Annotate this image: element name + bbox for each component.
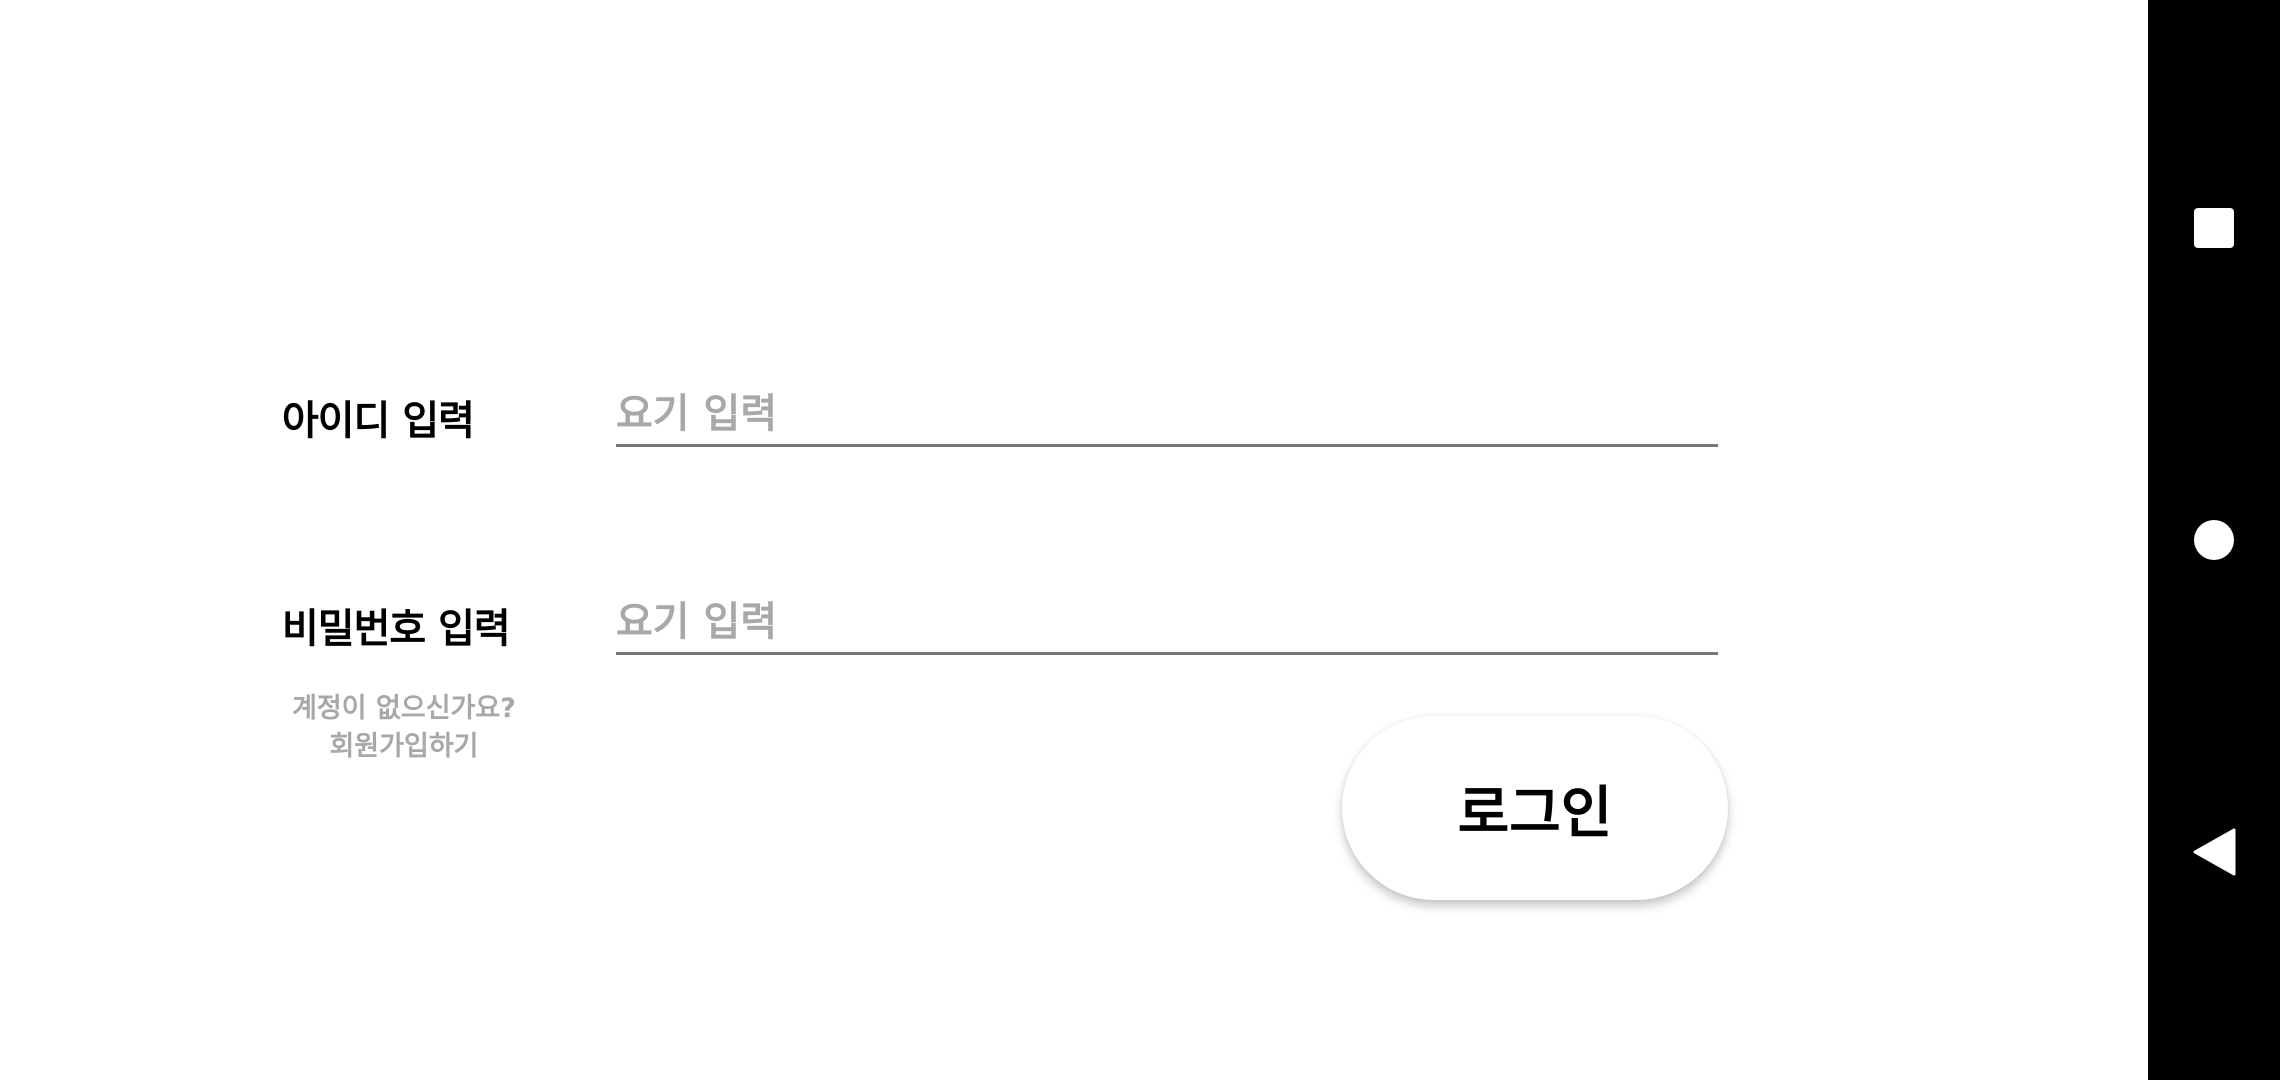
password-label: 비밀번호 입력 bbox=[282, 606, 511, 652]
home-button[interactable] bbox=[2148, 474, 2280, 606]
password-input[interactable] bbox=[616, 592, 1718, 655]
signup-action-text: 회원가입하기 bbox=[329, 731, 479, 762]
back-button[interactable] bbox=[2148, 786, 2280, 918]
screen: 아이디 입력 비밀번호 입력 계정이 없으신가요? 회원가입하기 로그인 bbox=[0, 0, 2280, 1080]
recents-square-icon bbox=[2194, 208, 2234, 248]
system-navigation-bar bbox=[2148, 0, 2280, 1080]
signup-link[interactable]: 계정이 없으신가요? 회원가입하기 bbox=[282, 690, 526, 766]
signup-prompt-text: 계정이 없으신가요? bbox=[292, 693, 516, 724]
login-screen: 아이디 입력 비밀번호 입력 계정이 없으신가요? 회원가입하기 로그인 bbox=[0, 0, 2148, 1080]
home-circle-icon bbox=[2194, 520, 2234, 560]
recents-button[interactable] bbox=[2148, 162, 2280, 294]
back-triangle-icon bbox=[2193, 828, 2236, 876]
id-label: 아이디 입력 bbox=[282, 398, 475, 444]
id-input[interactable] bbox=[616, 384, 1718, 447]
login-button[interactable]: 로그인 bbox=[1342, 716, 1728, 900]
